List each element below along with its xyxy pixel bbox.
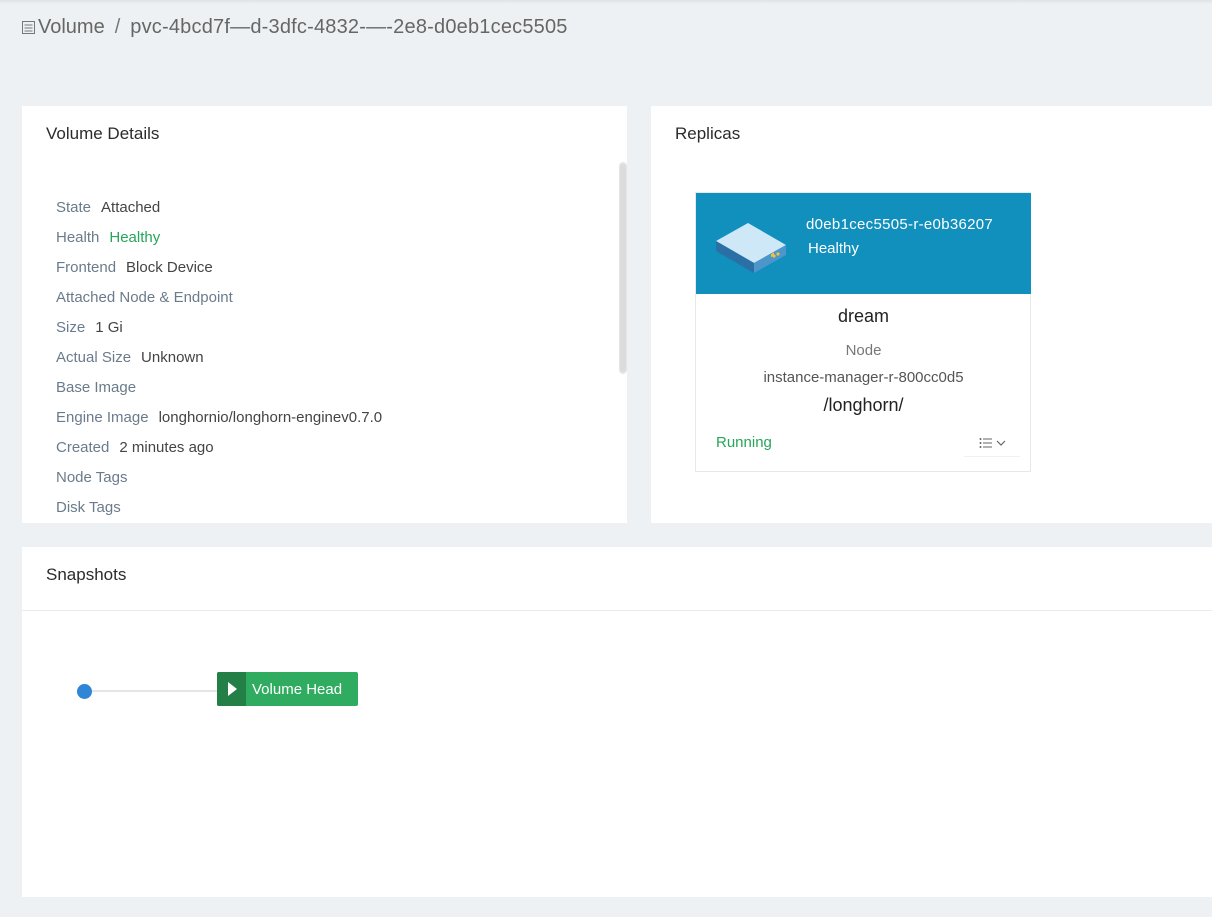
top-shade xyxy=(0,0,1212,4)
volume-details-list: State Attached Health Healthy Frontend Block … xyxy=(56,192,382,522)
breadcrumb-separator: / xyxy=(114,15,121,38)
snapshot-connector-line xyxy=(92,690,217,692)
detail-key: Node Tags xyxy=(56,468,128,486)
detail-key: Health xyxy=(56,228,100,246)
detail-key: Actual Size xyxy=(56,348,132,366)
detail-value: Healthy xyxy=(109,228,161,246)
replica-status: Running xyxy=(716,434,772,451)
play-icon xyxy=(227,682,237,696)
detail-row: Attached Node & Endpoint xyxy=(56,282,382,312)
detail-key: Size xyxy=(56,318,86,336)
volume-head-marker xyxy=(217,672,246,706)
replica-card: d0eb1cec5505-r-e0b36207 Healthy dream No… xyxy=(695,192,1031,472)
detail-value: 1 Gi xyxy=(95,318,123,336)
detail-key: Created xyxy=(56,438,110,456)
volume-head-button[interactable]: Volume Head xyxy=(217,672,358,706)
breadcrumb-volume-link[interactable]: Volume xyxy=(38,16,105,39)
detail-key: Base Image xyxy=(56,378,137,396)
breadcrumb: Volume / pvc-4bcd7f—d-3dfc-4832-—-2e8-d0… xyxy=(22,14,568,40)
detail-row: Disk Tags xyxy=(56,492,382,522)
snapshots-title: Snapshots xyxy=(46,565,127,584)
detail-key: Frontend xyxy=(56,258,117,276)
disk-icon xyxy=(716,223,786,273)
detail-row: Node Tags xyxy=(56,462,382,492)
details-scrollbar-thumb[interactable] xyxy=(620,164,626,372)
list-icon xyxy=(979,437,992,448)
detail-row: Health Healthy xyxy=(56,222,382,252)
detail-row: Frontend Block Device xyxy=(56,252,382,282)
detail-row: State Attached xyxy=(56,192,382,222)
chevron-down-icon xyxy=(996,440,1005,446)
snapshots-divider xyxy=(22,610,1212,611)
replicas-card: Replicas d0eb1cec5505-r-e0b36207 Healthy… xyxy=(651,106,1212,523)
replica-health: Healthy xyxy=(808,240,859,257)
detail-row: Created 2 minutes ago xyxy=(56,432,382,462)
replicas-title: Replicas xyxy=(675,124,741,143)
detail-value: longhornio/longhorn-enginev0.7.0 xyxy=(158,408,383,426)
detail-row: Size 1 Gi xyxy=(56,312,382,342)
detail-row: Engine Image longhornio/longhorn-enginev0… xyxy=(56,402,382,432)
volume-details-title: Volume Details xyxy=(46,124,160,143)
detail-value: 2 minutes ago xyxy=(119,438,214,456)
detail-key: Attached Node & Endpoint xyxy=(56,288,233,306)
volume-details-card: Volume Details State Attached Health Health… xyxy=(22,106,627,523)
replica-node-label: Node xyxy=(845,342,882,359)
replica-name[interactable]: d0eb1cec5505-r-e0b36207 xyxy=(806,216,993,233)
replica-header: d0eb1cec5505-r-e0b36207 Healthy xyxy=(696,193,1031,294)
detail-row: Base Image xyxy=(56,372,382,402)
breadcrumb-volume-name: pvc-4bcd7f—d-3dfc-4832-—-2e8-d0eb1cec550… xyxy=(130,15,568,38)
snapshots-card: Snapshots Volume Head xyxy=(22,547,1212,897)
snapshot-root-dot[interactable] xyxy=(77,684,92,699)
detail-value: Block Device xyxy=(126,258,213,276)
replica-actions-dropdown[interactable] xyxy=(964,429,1020,457)
volume-head-label: Volume Head xyxy=(252,680,343,698)
details-scrollbar[interactable] xyxy=(619,162,627,374)
detail-row: Actual Size Unknown xyxy=(56,342,382,372)
detail-key: State xyxy=(56,198,92,216)
detail-key: Engine Image xyxy=(56,408,149,426)
replica-data-path: /longhorn/ xyxy=(823,395,904,415)
replica-node-name: dream xyxy=(837,306,890,326)
replica-instance-manager: instance-manager-r-800cc0d5 xyxy=(763,369,964,386)
detail-key: Disk Tags xyxy=(56,498,121,516)
detail-value: Unknown xyxy=(141,348,204,366)
volume-icon xyxy=(22,19,36,35)
detail-value: Attached xyxy=(101,198,161,216)
